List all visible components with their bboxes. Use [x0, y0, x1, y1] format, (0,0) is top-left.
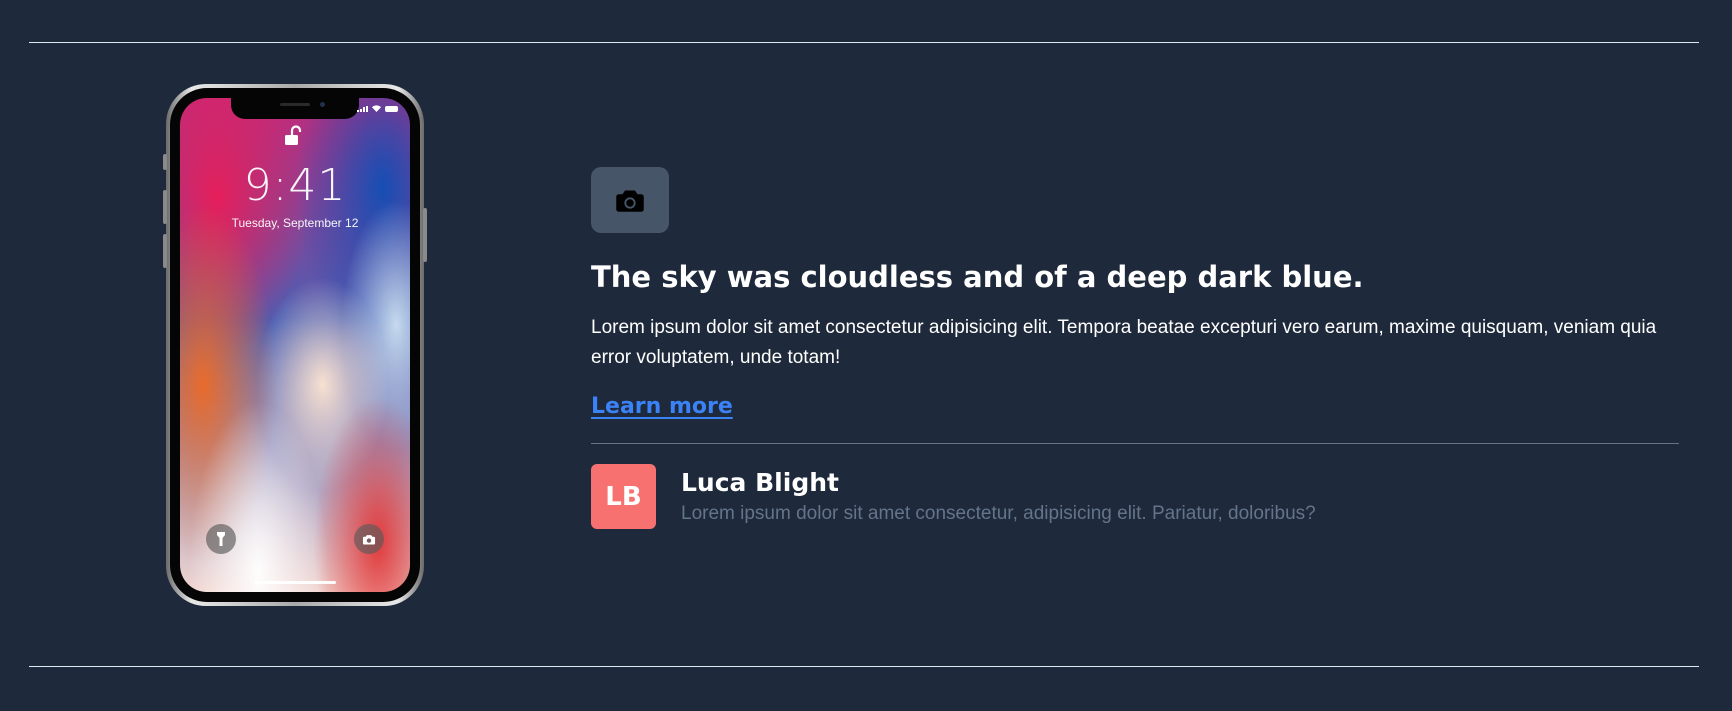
- section-divider: [591, 443, 1679, 444]
- phone-front-camera: [320, 102, 325, 107]
- lock-camera-button: [354, 524, 384, 554]
- phone-notch: [231, 98, 359, 119]
- feature-section: The sky was cloudless and of a deep dark…: [591, 167, 1679, 529]
- home-indicator: [254, 581, 336, 584]
- flashlight-button: [206, 524, 236, 554]
- author-card: LB Luca Blight Lorem ipsum dolor sit ame…: [591, 464, 1679, 529]
- top-divider: [29, 42, 1699, 43]
- learn-more-link[interactable]: Learn more: [591, 393, 733, 421]
- phone-mockup: 9:41 Tuesday, September 12: [163, 84, 427, 606]
- lock-screen-time: 9:41: [243, 160, 347, 211]
- battery-icon: [385, 105, 398, 112]
- phone-mute-switch: [163, 154, 167, 170]
- camera-icon: [362, 534, 376, 544]
- lock-screen-date: Tuesday, September 12: [231, 216, 359, 230]
- signal-icon: [357, 105, 368, 112]
- phone-side-button: [423, 208, 427, 262]
- author-description: Lorem ipsum dolor sit amet consectetur, …: [681, 502, 1316, 524]
- phone-speaker: [280, 103, 310, 106]
- author-name: Luca Blight: [681, 467, 839, 497]
- phone-volume-up: [163, 190, 167, 224]
- feature-description: Lorem ipsum dolor sit amet consectetur a…: [591, 317, 1657, 368]
- author-info: Luca Blight Lorem ipsum dolor sit amet c…: [681, 467, 1316, 527]
- avatar: LB: [591, 464, 656, 529]
- flashlight-icon: [217, 532, 225, 546]
- feature-icon-tile: [591, 167, 669, 233]
- status-bar-icons: [357, 105, 398, 112]
- lock-open-icon: [285, 125, 302, 145]
- page: 9:41 Tuesday, September 12 The sky was c…: [0, 0, 1732, 711]
- phone-screen: 9:41 Tuesday, September 12: [180, 98, 410, 592]
- wifi-icon: [372, 105, 381, 112]
- camera-icon: [616, 190, 644, 212]
- feature-title: The sky was cloudless and of a deep dark…: [591, 260, 1364, 294]
- phone-volume-down: [163, 234, 167, 268]
- bottom-divider: [29, 666, 1699, 667]
